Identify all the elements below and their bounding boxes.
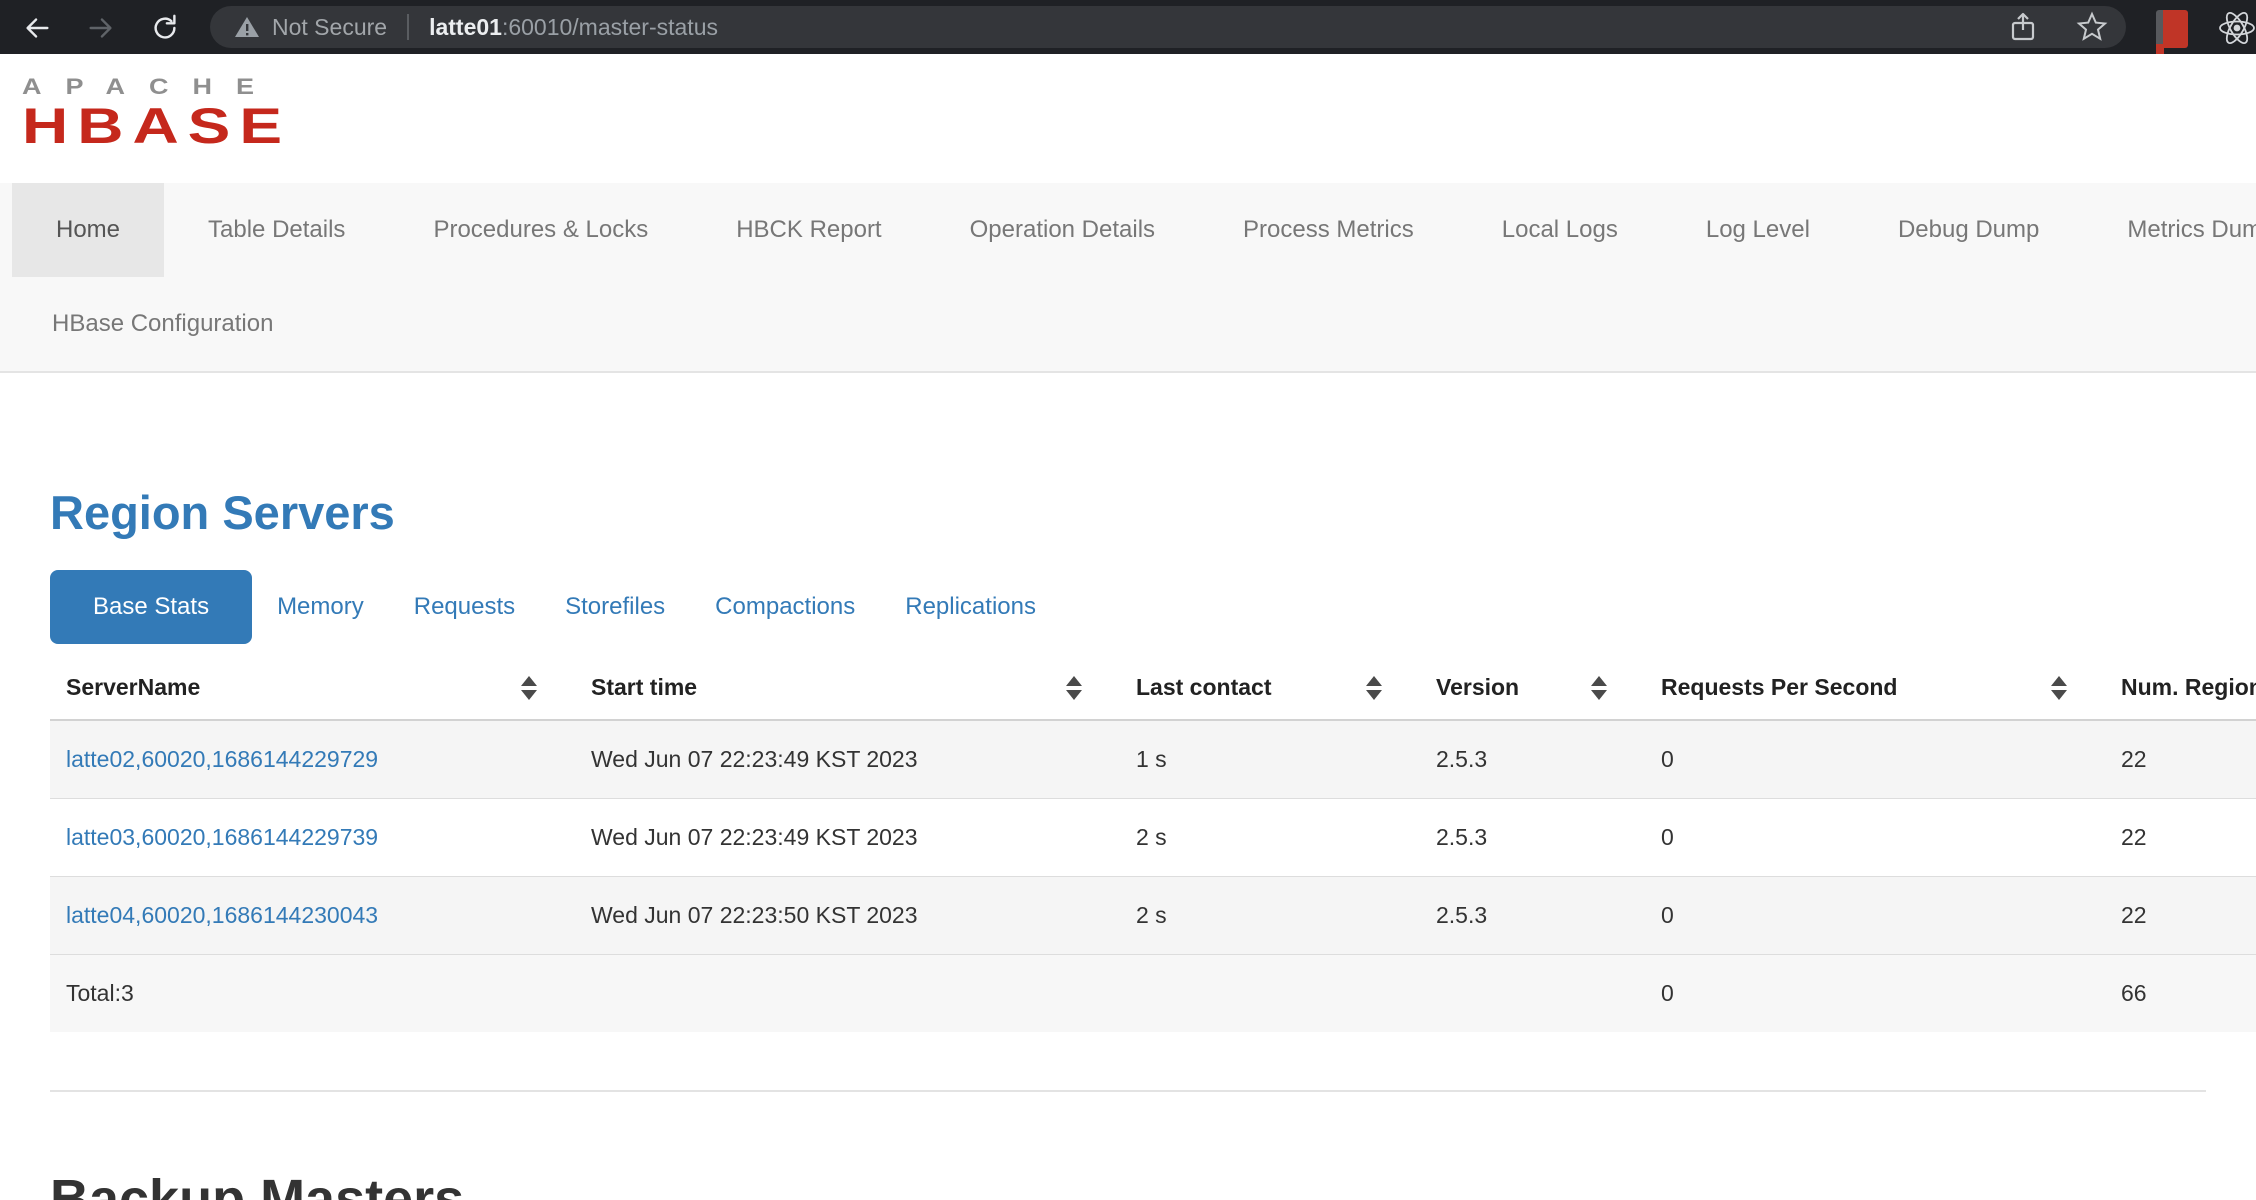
main-content: Region Servers Base Stats Memory Request…: [0, 485, 2256, 1200]
nav-item-procedures-locks[interactable]: Procedures & Locks: [389, 183, 692, 277]
table-header-row: ServerName Start time Last contact Versi…: [50, 656, 2256, 720]
sort-icon[interactable]: [1066, 676, 1082, 700]
region-servers-table: ServerName Start time Last contact Versi…: [50, 656, 2256, 1032]
nav-item-hbck-report[interactable]: HBCK Report: [692, 183, 925, 277]
logo-apache-text: APACHE: [22, 76, 2256, 98]
version-cell: 2.5.3: [1420, 720, 1645, 799]
column-header-start-time[interactable]: Start time: [575, 656, 1120, 720]
tab-storefiles[interactable]: Storefiles: [540, 570, 690, 644]
requests-per-second-cell: 0: [1645, 877, 2105, 955]
backup-masters-title: Backup Masters: [50, 1168, 2256, 1200]
hbase-logo: APACHE HBASE: [0, 54, 2256, 183]
navbar-row-1: Home Table Details Procedures & Locks HB…: [0, 183, 2256, 277]
version-cell: 2.5.3: [1420, 877, 1645, 955]
region-server-link[interactable]: latte02,60020,1686144229729: [66, 746, 378, 772]
start-time-cell: Wed Jun 07 22:23:49 KST 2023: [575, 720, 1120, 799]
requests-per-second-cell: 0: [1645, 720, 2105, 799]
address-bar[interactable]: Not Secure latte01:60010/master-status: [210, 6, 2126, 48]
not-secure-warning-icon: [234, 15, 260, 39]
version-cell: 2.5.3: [1420, 799, 1645, 877]
table-total-row: Total:3 0 66: [50, 955, 2256, 1033]
nav-item-log-level[interactable]: Log Level: [1662, 183, 1854, 277]
back-button[interactable]: [22, 13, 52, 43]
nav-item-table-details[interactable]: Table Details: [164, 183, 389, 277]
column-header-requests-per-second[interactable]: Requests Per Second: [1645, 656, 2105, 720]
total-requests-per-second: 0: [1645, 955, 2105, 1033]
column-header-num-regions[interactable]: Num. Regions: [2105, 656, 2256, 720]
back-arrow-icon: [22, 13, 52, 43]
navbar-row-2: HBase Configuration: [0, 277, 2256, 371]
nav-item-home[interactable]: Home: [12, 183, 164, 277]
start-time-cell: Wed Jun 07 22:23:50 KST 2023: [575, 877, 1120, 955]
omnibox-separator: [407, 14, 409, 40]
region-server-link[interactable]: latte03,60020,1686144229739: [66, 824, 378, 850]
main-navbar: Home Table Details Procedures & Locks HB…: [0, 183, 2256, 373]
nav-item-process-metrics[interactable]: Process Metrics: [1199, 183, 1458, 277]
requests-per-second-cell: 0: [1645, 799, 2105, 877]
nav-item-hbase-configuration[interactable]: HBase Configuration: [0, 277, 317, 371]
region-servers-title: Region Servers: [50, 485, 2256, 540]
sort-icon[interactable]: [1591, 676, 1607, 700]
total-label: Total:3: [50, 955, 575, 1033]
section-divider: [50, 1090, 2206, 1092]
bookmark-star-icon[interactable]: [2076, 11, 2108, 43]
column-header-last-contact[interactable]: Last contact: [1120, 656, 1420, 720]
last-contact-cell: 2 s: [1120, 799, 1420, 877]
extension-react-devtools-icon[interactable]: [2216, 8, 2256, 53]
tab-replications[interactable]: Replications: [880, 570, 1061, 644]
tab-compactions[interactable]: Compactions: [690, 570, 880, 644]
url-text: latte01:60010/master-status: [429, 14, 718, 41]
nav-item-operation-details[interactable]: Operation Details: [926, 183, 1199, 277]
url-host: latte01: [429, 14, 502, 40]
forward-button[interactable]: [86, 13, 116, 43]
url-path: :60010/master-status: [502, 14, 718, 40]
react-atom-icon: [2216, 8, 2256, 48]
num-regions-cell: 22: [2105, 877, 2256, 955]
last-contact-cell: 2 s: [1120, 877, 1420, 955]
sort-icon[interactable]: [521, 676, 537, 700]
start-time-cell: Wed Jun 07 22:23:49 KST 2023: [575, 799, 1120, 877]
num-regions-cell: 22: [2105, 799, 2256, 877]
not-secure-label: Not Secure: [272, 14, 387, 41]
last-contact-cell: 1 s: [1120, 720, 1420, 799]
tab-requests[interactable]: Requests: [389, 570, 540, 644]
sort-icon[interactable]: [2051, 676, 2067, 700]
tab-base-stats[interactable]: Base Stats: [50, 570, 252, 644]
num-regions-cell: 22: [2105, 720, 2256, 799]
tab-memory[interactable]: Memory: [252, 570, 389, 644]
table-row: latte02,60020,1686144229729 Wed Jun 07 2…: [50, 720, 2256, 799]
reload-icon: [150, 13, 180, 43]
column-header-version[interactable]: Version: [1420, 656, 1645, 720]
share-icon[interactable]: [2008, 11, 2038, 43]
nav-item-local-logs[interactable]: Local Logs: [1458, 183, 1662, 277]
total-num-regions: 66: [2105, 955, 2256, 1033]
forward-arrow-icon: [86, 13, 116, 43]
logo-hbase-text: HBASE: [22, 101, 2256, 151]
browser-toolbar: Not Secure latte01:60010/master-status: [0, 0, 2256, 54]
table-row: latte04,60020,1686144230043 Wed Jun 07 2…: [50, 877, 2256, 955]
column-header-servername[interactable]: ServerName: [50, 656, 575, 720]
nav-item-debug-dump[interactable]: Debug Dump: [1854, 183, 2083, 277]
region-server-link[interactable]: latte04,60020,1686144230043: [66, 902, 378, 928]
table-row: latte03,60020,1686144229739 Wed Jun 07 2…: [50, 799, 2256, 877]
region-servers-tabs: Base Stats Memory Requests Storefiles Co…: [50, 570, 2256, 644]
extension-red-book-icon[interactable]: [2156, 10, 2188, 48]
sort-icon[interactable]: [1366, 676, 1382, 700]
reload-button[interactable]: [150, 13, 180, 43]
nav-item-metrics-dump[interactable]: Metrics Dump: [2083, 183, 2256, 277]
